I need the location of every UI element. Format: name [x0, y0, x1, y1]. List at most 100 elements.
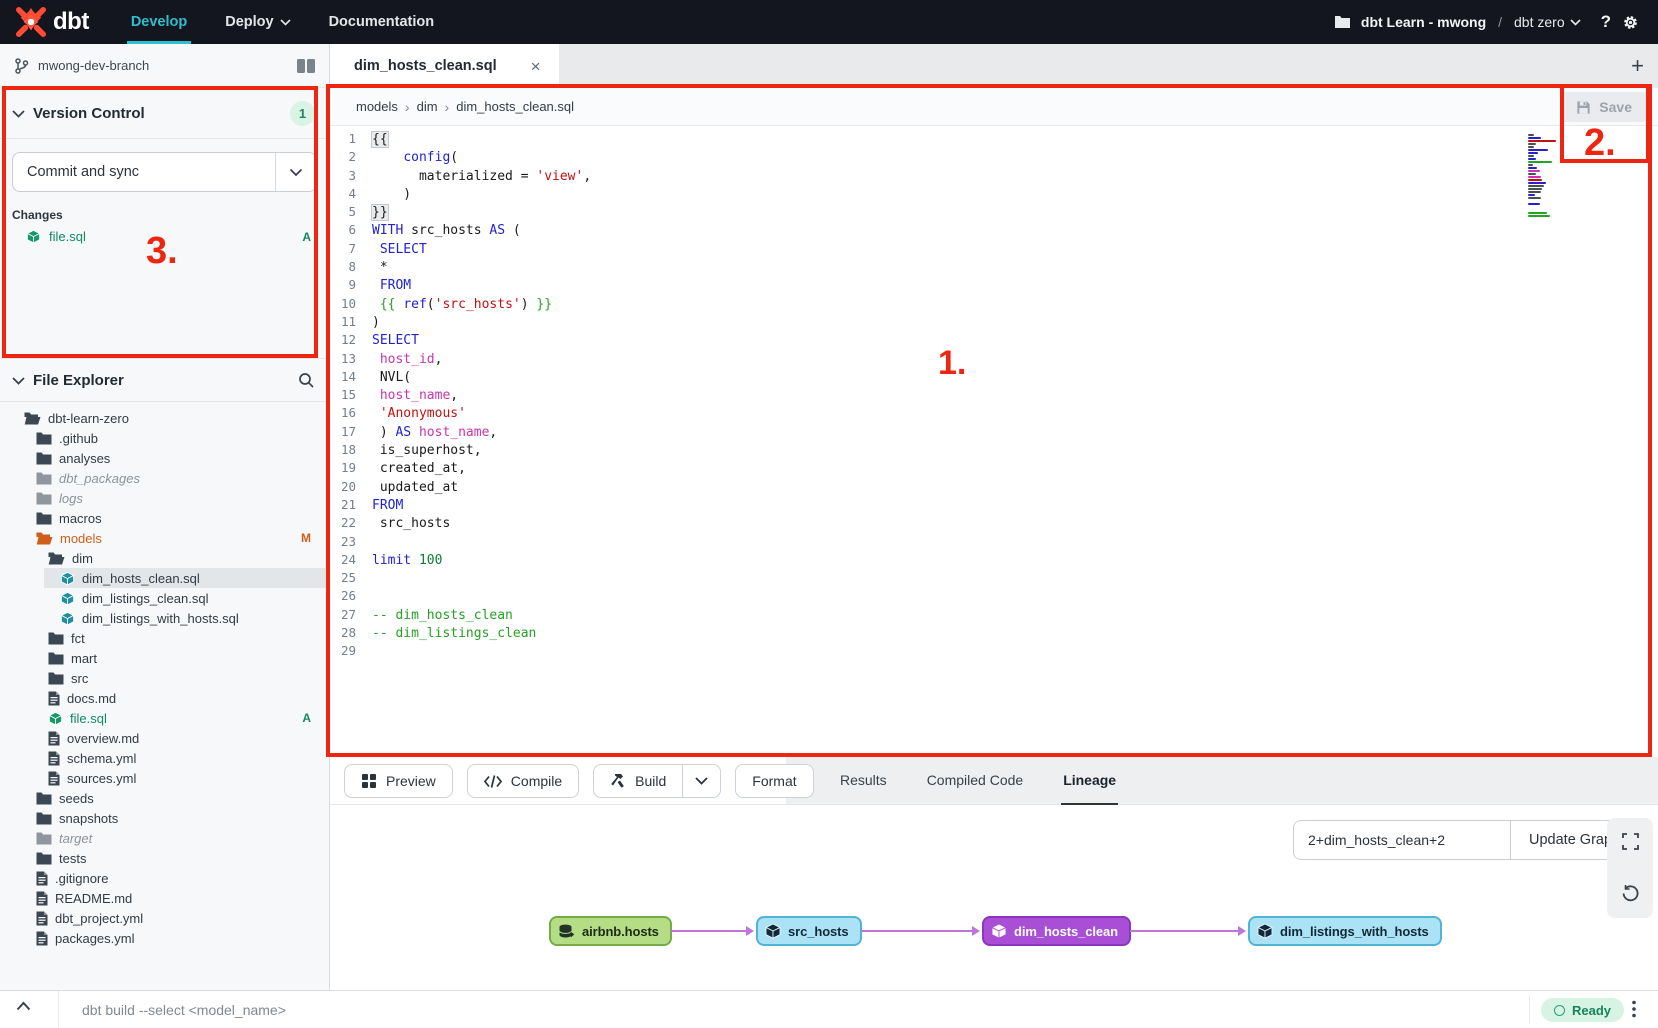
tree-item-dim[interactable]: dim: [0, 548, 329, 568]
tree-item-mart[interactable]: mart: [0, 648, 329, 668]
code-line: 4 ): [330, 185, 1658, 203]
tree-item-dbt-packages[interactable]: dbt_packages: [0, 468, 329, 488]
search-icon[interactable]: [298, 372, 315, 389]
tree-item-schema-yml[interactable]: schema.yml: [0, 748, 329, 768]
chevron-up-icon[interactable]: [16, 1001, 31, 1011]
tree-item-analyses[interactable]: analyses: [0, 448, 329, 468]
minimap-line: [1528, 155, 1534, 157]
tree-item-snapshots[interactable]: snapshots: [0, 808, 329, 828]
save-button[interactable]: Save: [1560, 92, 1648, 122]
line-number: 16: [330, 404, 356, 421]
code-text: SELECT: [372, 242, 427, 257]
tree-item-target[interactable]: target: [0, 828, 329, 848]
gear-icon[interactable]: [1621, 13, 1640, 32]
code-editor[interactable]: 1{{2 config(3 materialized = 'view',4 )5…: [330, 126, 1658, 757]
new-tab-button[interactable]: +: [1631, 44, 1644, 88]
line-number: 23: [330, 533, 356, 550]
fullscreen-icon[interactable]: [1622, 833, 1639, 850]
code-line: 28-- dim_listings_clean: [330, 624, 1658, 642]
line-number: 3: [330, 167, 356, 184]
lineage-filter-input[interactable]: [1294, 821, 1510, 859]
docs-book-icon[interactable]: [297, 59, 315, 73]
minimap-line: [1528, 146, 1534, 148]
nav-item-deploy[interactable]: Deploy: [225, 0, 290, 44]
reset-view-icon[interactable]: [1621, 884, 1640, 903]
branch-selector[interactable]: mwong-dev-branch: [0, 44, 329, 88]
tree-item-seeds[interactable]: seeds: [0, 788, 329, 808]
changed-file-row[interactable]: file.sql A: [0, 226, 329, 247]
dbt-logo[interactable]: dbt: [0, 7, 89, 37]
code-line: 16 'Anonymous': [330, 404, 1658, 422]
editor-minimap[interactable]: [1528, 134, 1558, 221]
commit-and-sync-button[interactable]: Commit and sync: [13, 153, 275, 191]
folder-icon: [36, 832, 52, 845]
tree-item-dbt-project-yml[interactable]: dbt_project.yml: [0, 908, 329, 928]
commit-options-caret[interactable]: [275, 153, 316, 191]
chevron-down-icon[interactable]: [12, 110, 25, 118]
dbt-command-input[interactable]: [80, 995, 984, 1025]
divider: [58, 991, 59, 1028]
tree-item-packages-yml[interactable]: packages.yml: [0, 928, 329, 948]
code-line: 1{{: [330, 130, 1658, 148]
line-number: 1: [330, 130, 356, 147]
nav-item-develop[interactable]: Develop: [131, 0, 187, 44]
panel-tab-results[interactable]: Results: [838, 757, 889, 805]
tree-item-models[interactable]: modelsM: [0, 528, 329, 548]
line-number: 13: [330, 350, 356, 367]
close-icon[interactable]: ×: [531, 58, 541, 75]
chevron-down-icon: [280, 19, 291, 26]
lineage-node-dim-hosts-clean[interactable]: dim_hosts_clean: [982, 916, 1131, 946]
code-line: 13 host_id,: [330, 350, 1658, 368]
code-line: 19 created_at,: [330, 459, 1658, 477]
tree-item-macros[interactable]: macros: [0, 508, 329, 528]
tree-item-logs[interactable]: logs: [0, 488, 329, 508]
minimap-line: [1528, 137, 1541, 139]
line-number: 14: [330, 368, 356, 385]
branch-name: mwong-dev-branch: [38, 58, 288, 73]
nav-item-documentation[interactable]: Documentation: [329, 0, 435, 44]
format-button[interactable]: Format: [735, 764, 813, 798]
tree-item-label: dim_listings_clean.sql: [82, 591, 311, 606]
tree-item-dim-listings-clean-sql[interactable]: dim_listings_clean.sql: [0, 588, 329, 608]
tree-item-label: file.sql: [70, 711, 295, 726]
tree-item-label: overview.md: [67, 731, 311, 746]
tree-item-src[interactable]: src: [0, 668, 329, 688]
help-icon[interactable]: ?: [1601, 12, 1611, 32]
tree-item--gitignore[interactable]: .gitignore: [0, 868, 329, 888]
tab-dim-hosts-clean[interactable]: dim_hosts_clean.sql ×: [330, 44, 559, 88]
file-icon: [36, 931, 48, 946]
panel-tab-compiled-code[interactable]: Compiled Code: [925, 757, 1026, 805]
lineage-node-airbnb-hosts[interactable]: airbnb.hosts: [549, 916, 672, 946]
tree-item-dbt-learn-zero[interactable]: dbt-learn-zero: [0, 408, 329, 428]
tree-item-file-sql[interactable]: file.sqlA: [0, 708, 329, 728]
tree-item-sources-yml[interactable]: sources.yml: [0, 768, 329, 788]
tree-item-dim-listings-with-hosts-sql[interactable]: dim_listings_with_hosts.sql: [0, 608, 329, 628]
build-button[interactable]: Build: [593, 764, 682, 798]
editor-tab-bar: dim_hosts_clean.sql × +: [330, 44, 1658, 88]
lineage-node-dim-listings-with-hosts[interactable]: dim_listings_with_hosts: [1248, 916, 1442, 946]
minimap-line: [1528, 164, 1533, 166]
breadcrumb-item: dim: [417, 99, 438, 114]
tree-item--github[interactable]: .github: [0, 428, 329, 448]
lineage-edge-arrow: [1238, 926, 1246, 936]
tree-item-fct[interactable]: fct: [0, 628, 329, 648]
panel-tab-lineage[interactable]: Lineage: [1061, 757, 1118, 805]
project-name[interactable]: dbt Learn - mwong: [1361, 14, 1486, 30]
line-number: 28: [330, 624, 356, 641]
nav-item-label: Deploy: [225, 14, 273, 30]
tree-item-readme-md[interactable]: README.md: [0, 888, 329, 908]
build-options-caret[interactable]: [682, 764, 721, 798]
project-folder-icon: [1334, 15, 1351, 29]
tree-item-tests[interactable]: tests: [0, 848, 329, 868]
lineage-node-src-hosts[interactable]: src_hosts: [756, 916, 862, 946]
chevron-down-icon[interactable]: [12, 377, 25, 385]
compile-button[interactable]: Compile: [467, 764, 579, 798]
action-strip: Preview Compile Build Format Results Compile…: [330, 757, 1658, 805]
kebab-menu-icon[interactable]: [1632, 1000, 1636, 1018]
code-text: }}: [372, 205, 388, 220]
tree-item-docs-md[interactable]: docs.md: [0, 688, 329, 708]
tree-item-dim-hosts-clean-sql[interactable]: dim_hosts_clean.sql: [0, 568, 329, 588]
environment-selector[interactable]: dbt zero: [1514, 14, 1581, 30]
tree-item-overview-md[interactable]: overview.md: [0, 728, 329, 748]
preview-button[interactable]: Preview: [344, 764, 453, 798]
